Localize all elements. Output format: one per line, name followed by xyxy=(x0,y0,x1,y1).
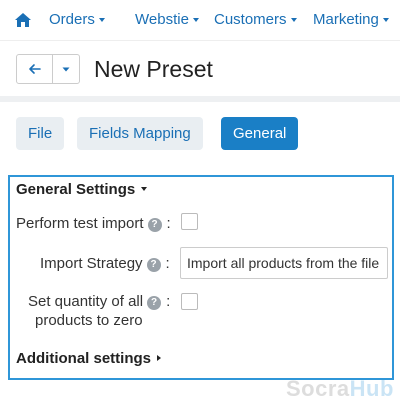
tab-bar: File Fields Mapping General xyxy=(0,102,400,162)
caret-down-icon xyxy=(62,67,70,72)
arrow-left-icon xyxy=(29,64,41,74)
chevron-down-icon xyxy=(290,18,297,22)
nav-marketing[interactable]: Marketing xyxy=(313,11,389,28)
tab-fields-mapping[interactable]: Fields Mapping xyxy=(77,117,203,150)
help-icon[interactable]: ? xyxy=(147,218,162,232)
help-icon[interactable]: ? xyxy=(147,296,162,310)
nav-orders-label: Orders xyxy=(49,11,95,28)
chevron-down-icon xyxy=(98,18,105,22)
chevron-down-icon xyxy=(141,187,148,191)
nav-orders[interactable]: Orders xyxy=(49,11,105,28)
tab-file[interactable]: File xyxy=(16,117,65,150)
colon: : xyxy=(165,255,170,272)
watermark-logo: SocraHub xyxy=(286,376,394,400)
field-label: Perform test import xyxy=(16,215,144,232)
back-button[interactable] xyxy=(17,55,53,83)
colon: : xyxy=(166,215,171,232)
import-strategy-select[interactable]: Import all products from the file xyxy=(180,247,388,279)
set-quantity-zero-label-line2: products to zero xyxy=(35,312,143,329)
more-actions-dropdown[interactable] xyxy=(53,55,79,83)
set-quantity-zero-label: Set quantity of all?: xyxy=(28,292,170,311)
nav-customers[interactable]: Customers xyxy=(214,11,297,28)
nav-website[interactable]: Webstie xyxy=(135,11,199,28)
additional-settings-toggle[interactable]: Additional settings xyxy=(16,350,161,367)
additional-settings-title: Additional settings xyxy=(16,350,151,367)
back-button-group xyxy=(16,54,80,84)
title-bar: New Preset xyxy=(0,40,400,96)
general-settings-panel: General Settings Perform test import?: I… xyxy=(8,175,394,380)
nav-marketing-label: Marketing xyxy=(313,11,379,28)
perform-test-import-checkbox[interactable] xyxy=(181,213,198,230)
chevron-down-icon xyxy=(192,18,199,22)
page-title: New Preset xyxy=(94,56,213,82)
watermark-part2: Hub xyxy=(349,376,394,400)
chevron-right-icon xyxy=(157,355,161,361)
watermark-part1: Socra xyxy=(286,376,350,400)
field-label-line1: Set quantity of all xyxy=(28,293,144,310)
home-icon[interactable] xyxy=(14,12,32,28)
set-quantity-zero-checkbox[interactable] xyxy=(181,293,198,310)
general-settings-title: General Settings xyxy=(16,181,136,198)
colon: : xyxy=(166,293,171,310)
chevron-down-icon xyxy=(382,18,389,22)
help-icon[interactable]: ? xyxy=(146,258,161,272)
field-label: Import Strategy xyxy=(40,255,143,272)
general-settings-toggle[interactable]: General Settings xyxy=(16,181,148,198)
tab-general[interactable]: General xyxy=(221,117,299,150)
top-nav: Orders Webstie Customers Marketing xyxy=(0,0,400,40)
perform-test-import-label: Perform test import?: xyxy=(16,214,171,233)
nav-customers-label: Customers xyxy=(214,11,287,28)
nav-website-label: Webstie xyxy=(135,11,189,28)
import-strategy-label: Import Strategy?: xyxy=(40,254,170,273)
